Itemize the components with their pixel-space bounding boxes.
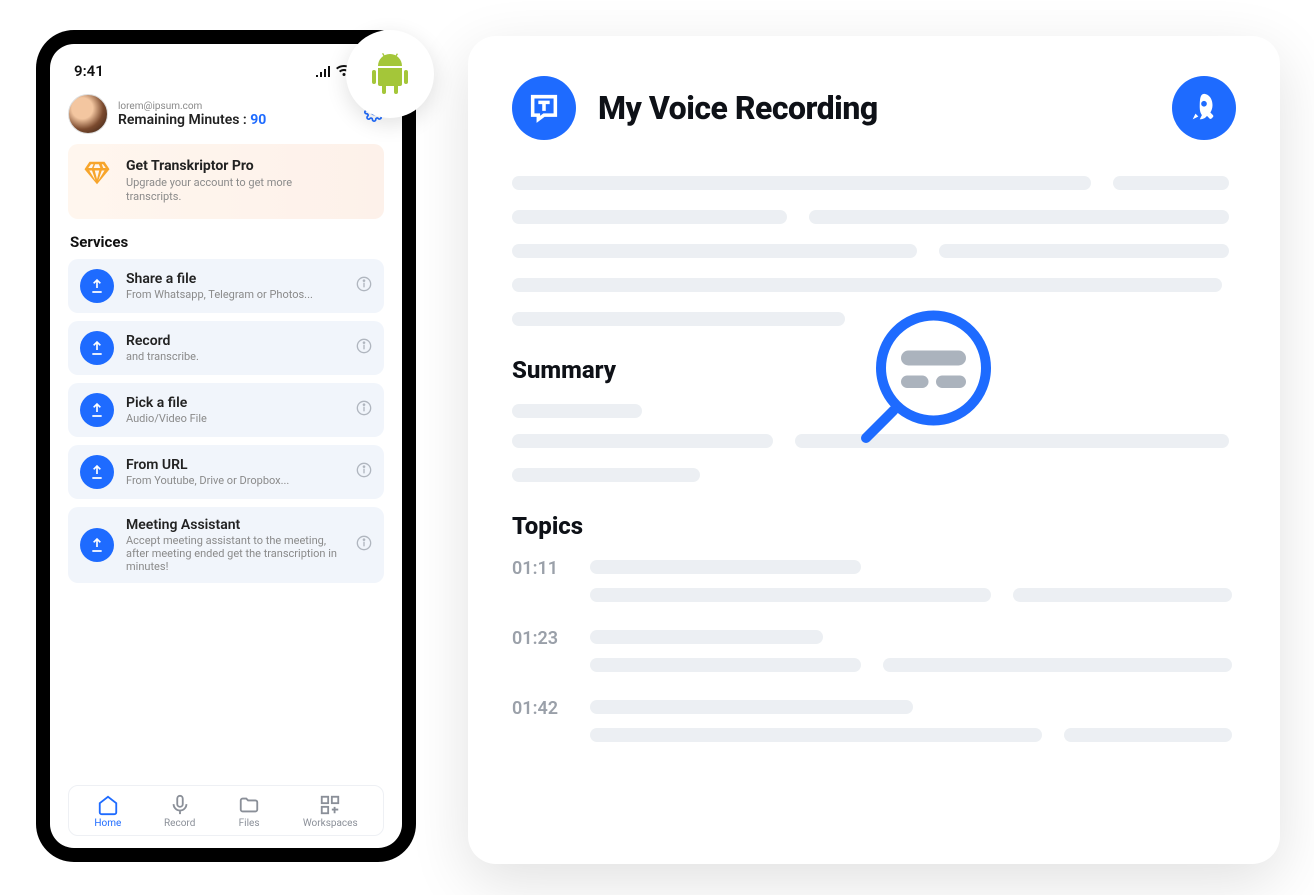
service-subtitle: From Youtube, Drive or Dropbox... xyxy=(126,474,344,487)
rocket-icon xyxy=(1187,91,1221,125)
phone-screen: 9:41 lorem@ipsum.com Remaining Minutes :… xyxy=(50,44,402,848)
upload-icon xyxy=(80,331,114,365)
promo-card[interactable]: Get Transkriptor Pro Upgrade your accoun… xyxy=(68,144,384,219)
services-label: Services xyxy=(70,233,384,251)
service-title: Share a file xyxy=(126,271,344,287)
android-icon xyxy=(366,50,414,98)
user-row: lorem@ipsum.com Remaining Minutes : 90 xyxy=(68,94,384,134)
minutes-label: Remaining Minutes : xyxy=(118,112,247,128)
transcript-preview xyxy=(512,176,1236,326)
minutes-line: Remaining Minutes : 90 xyxy=(118,112,354,128)
folder-icon xyxy=(238,794,260,816)
promo-subtitle: Upgrade your account to get more transcr… xyxy=(126,176,296,205)
status-time: 9:41 xyxy=(74,62,104,80)
topic-item[interactable]: 01:11 xyxy=(512,560,1236,602)
user-email: lorem@ipsum.com xyxy=(118,101,354,112)
upload-icon xyxy=(80,528,114,562)
tabbar: Home Record Files Workspaces xyxy=(68,785,384,836)
panel-title: My Voice Recording xyxy=(598,89,878,127)
topics-label: Topics xyxy=(512,512,1236,540)
recording-panel: My Voice Recording Summary Topics 01:11 xyxy=(468,36,1280,864)
magnifier-overlay xyxy=(856,308,1006,462)
avatar[interactable] xyxy=(68,94,108,134)
grid-plus-icon xyxy=(319,794,341,816)
status-bar: 9:41 xyxy=(68,62,384,90)
info-icon[interactable] xyxy=(356,276,372,296)
brand-badge xyxy=(512,76,576,140)
topic-time: 01:42 xyxy=(512,698,568,719)
brand-icon xyxy=(527,91,561,125)
tab-label: Files xyxy=(239,818,260,829)
info-icon[interactable] xyxy=(356,462,372,482)
panel-header: My Voice Recording xyxy=(512,76,1236,140)
service-title: Record xyxy=(126,333,344,349)
info-icon[interactable] xyxy=(356,338,372,358)
upload-icon xyxy=(80,455,114,489)
topic-item[interactable]: 01:23 xyxy=(512,630,1236,672)
upload-icon xyxy=(80,269,114,303)
tab-label: Record xyxy=(164,818,195,829)
mic-icon xyxy=(169,794,191,816)
tab-record[interactable]: Record xyxy=(164,794,195,829)
promo-title: Get Transkriptor Pro xyxy=(126,158,296,174)
tab-files[interactable]: Files xyxy=(238,794,260,829)
tab-home[interactable]: Home xyxy=(94,794,121,829)
service-from-url[interactable]: From URL From Youtube, Drive or Dropbox.… xyxy=(68,445,384,499)
info-icon[interactable] xyxy=(356,400,372,420)
home-icon xyxy=(97,794,119,816)
service-title: Pick a file xyxy=(126,395,344,411)
service-record[interactable]: Record and transcribe. xyxy=(68,321,384,375)
topic-time: 01:23 xyxy=(512,628,568,649)
magnifier-icon xyxy=(856,308,1006,458)
service-meeting-assistant[interactable]: Meeting Assistant Accept meeting assista… xyxy=(68,507,384,583)
service-subtitle: and transcribe. xyxy=(126,350,344,363)
rocket-button[interactable] xyxy=(1172,76,1236,140)
service-title: From URL xyxy=(126,457,344,473)
topic-time: 01:11 xyxy=(512,558,568,579)
upload-icon xyxy=(80,393,114,427)
phone-frame: 9:41 lorem@ipsum.com Remaining Minutes :… xyxy=(36,30,416,862)
diamond-icon xyxy=(82,158,112,192)
service-pick-file[interactable]: Pick a file Audio/Video File xyxy=(68,383,384,437)
info-icon[interactable] xyxy=(356,535,372,555)
service-subtitle: Accept meeting assistant to the meeting,… xyxy=(126,534,344,573)
services-list: Share a file From Whatsapp, Telegram or … xyxy=(68,259,384,775)
tab-label: Workspaces xyxy=(303,818,358,829)
topic-item[interactable]: 01:42 xyxy=(512,700,1236,742)
minutes-value: 90 xyxy=(250,112,266,128)
signal-icon xyxy=(316,65,332,77)
service-share-file[interactable]: Share a file From Whatsapp, Telegram or … xyxy=(68,259,384,313)
service-subtitle: Audio/Video File xyxy=(126,412,344,425)
android-badge xyxy=(346,30,434,118)
service-subtitle: From Whatsapp, Telegram or Photos... xyxy=(126,288,344,301)
tab-workspaces[interactable]: Workspaces xyxy=(303,794,358,829)
service-title: Meeting Assistant xyxy=(126,517,344,533)
tab-label: Home xyxy=(94,818,121,829)
